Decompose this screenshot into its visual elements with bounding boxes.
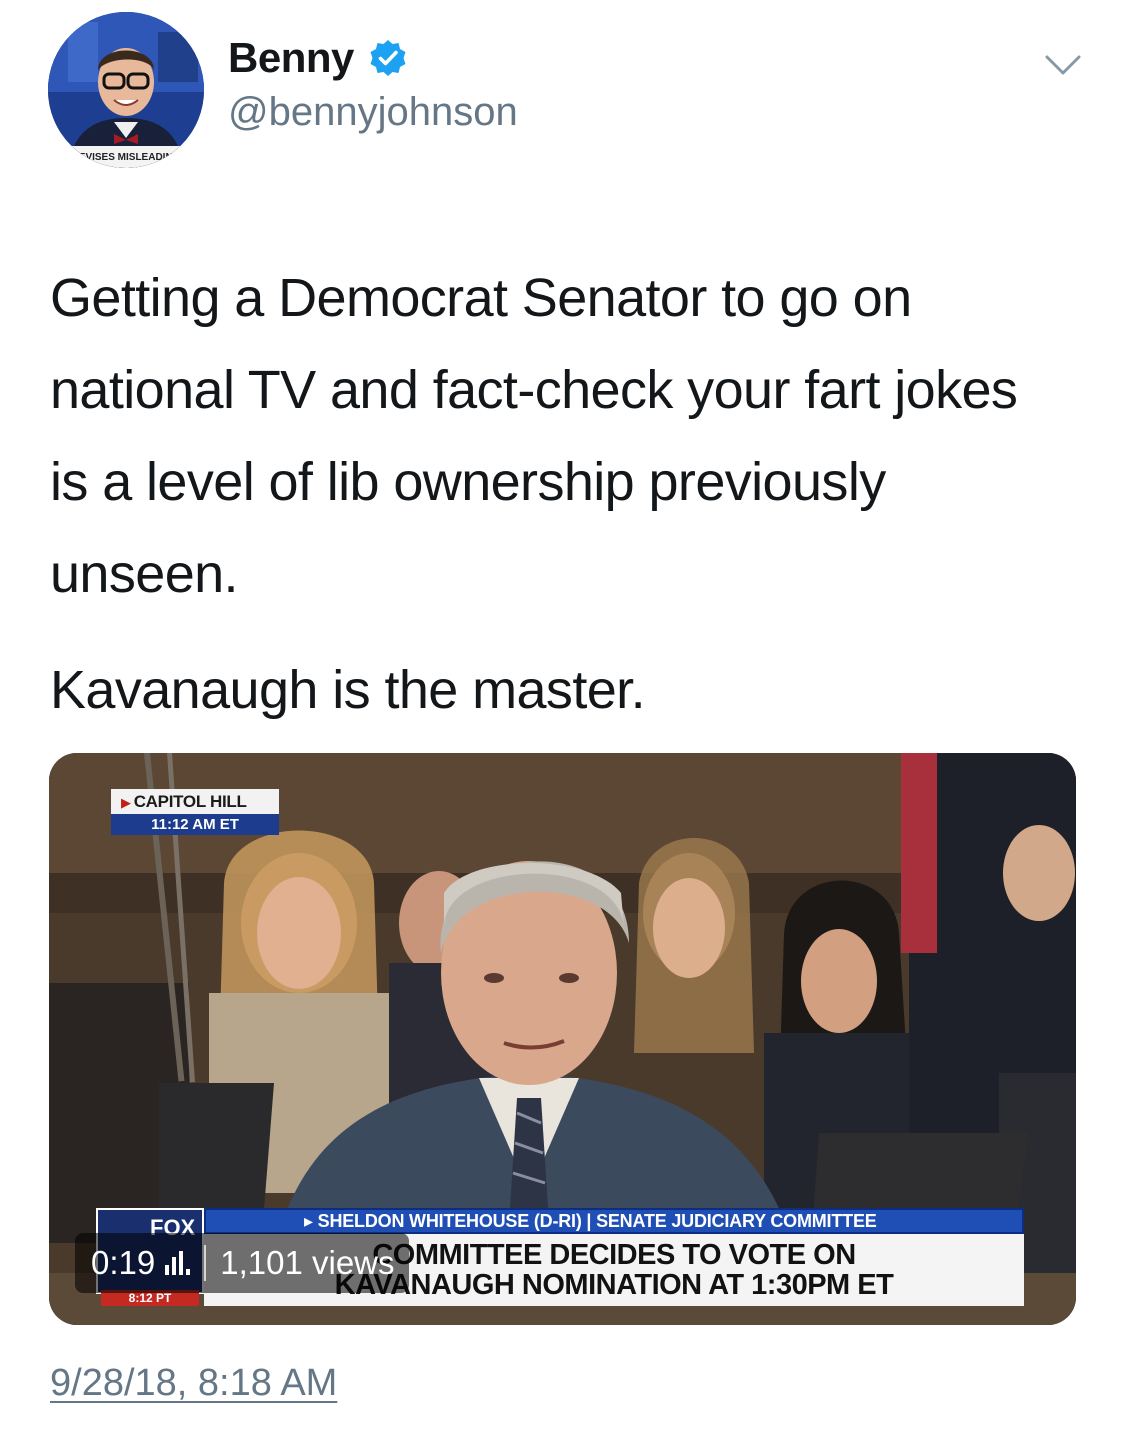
video-player[interactable]: ▶ CAPITOL HILL 11:12 AM ET ▸ SHELDON WHIT… [49, 753, 1076, 1325]
chevron-down-icon[interactable] [1043, 52, 1083, 78]
tweet-text: Getting a Democrat Senator to go on nati… [50, 252, 1060, 736]
lower-third-top-text: SHELDON WHITEHOUSE (D-RI) | SENATE JUDIC… [317, 1211, 877, 1231]
tweet-paragraph: Kavanaugh is the master. [50, 660, 646, 720]
avatar-image: DEVISES MISLEADING [48, 12, 204, 168]
video-stats: 0:19 1,101 views [75, 1233, 409, 1293]
author-name-row[interactable]: Benny [228, 34, 408, 82]
avatar-chyron: DEVISES MISLEADING [72, 152, 181, 163]
lower-third-top: ▸ SHELDON WHITEHOUSE (D-RI) | SENATE JUD… [204, 1208, 1024, 1234]
bars-icon [165, 1251, 191, 1275]
verified-badge-icon [370, 40, 406, 76]
tweet-paragraph: Getting a Democrat Senator to go on nati… [50, 268, 1018, 604]
video-views: 1,101 views [220, 1244, 395, 1281]
tweet-timestamp[interactable]: 9/28/18, 8:18 AM [50, 1362, 337, 1405]
tweet: DEVISES MISLEADING Benny @bennyjohnson G… [0, 0, 1125, 1431]
display-name[interactable]: Benny [228, 34, 354, 82]
video-duration: 0:19 [91, 1244, 156, 1281]
location-bug: ▶ CAPITOL HILL 11:12 AM ET [111, 789, 279, 835]
location-label: CAPITOL HILL [133, 792, 247, 811]
author-handle[interactable]: @bennyjohnson [228, 90, 518, 135]
play-triangle-icon: ▶ [121, 795, 131, 810]
stats-divider [204, 1245, 207, 1281]
avatar[interactable]: DEVISES MISLEADING [48, 12, 204, 168]
location-time: 11:12 AM ET [111, 814, 279, 835]
